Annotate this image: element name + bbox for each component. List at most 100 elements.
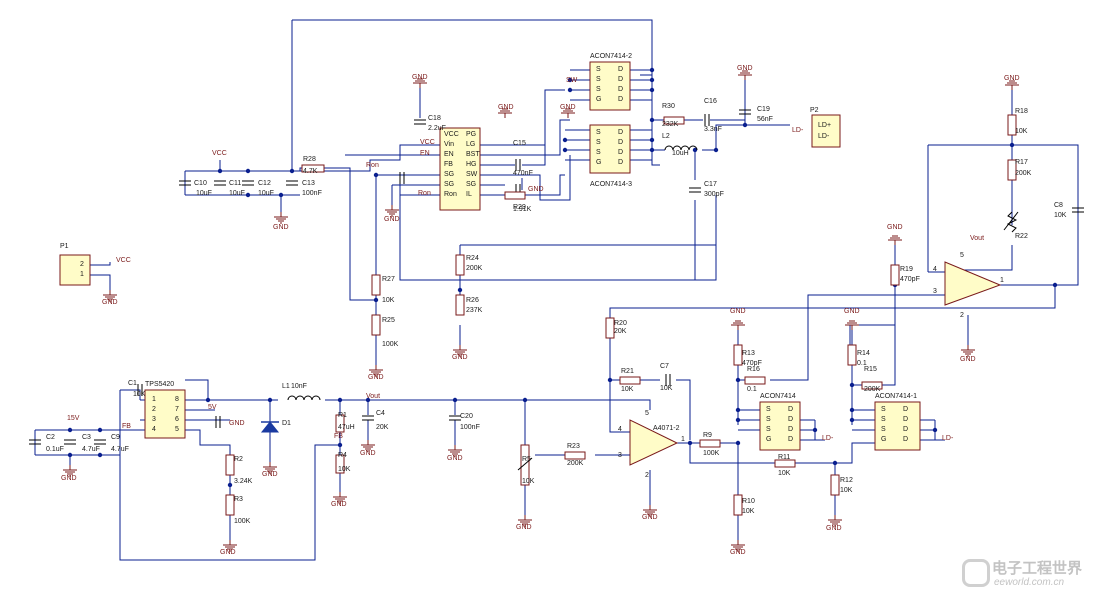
tps-pin-6: 6 — [175, 416, 179, 423]
driver-pin-hg: HG — [466, 161, 477, 168]
opamp2-pin-5: 5 — [960, 252, 964, 259]
driver-pin-fb: FB — [444, 161, 453, 168]
p1-pin-1: 1 — [80, 271, 84, 278]
gnd-label: GND — [737, 65, 753, 72]
designator-r10: R10 — [742, 498, 755, 505]
designator-r23: R23 — [567, 443, 580, 450]
gnd-label: GND — [447, 455, 463, 462]
designator-c15: C15 — [513, 140, 526, 147]
component-value: 300pF — [704, 191, 724, 198]
net-15v: 15V — [67, 415, 80, 422]
net-5v: 5V — [208, 404, 217, 411]
designator-d1: D1 — [282, 420, 291, 427]
capacitors — [28, 109, 1085, 445]
u3-pin-d: D — [788, 436, 794, 443]
gnd-label: GND — [887, 224, 903, 231]
designator-c2: C2 — [46, 434, 55, 441]
u2-pin-d: D — [618, 139, 624, 146]
gnd-label: GND — [220, 549, 236, 556]
driver-pin-sg: SG — [444, 171, 455, 178]
u3-pin-d: D — [788, 426, 794, 433]
p2-ld-plus: LD+ — [818, 122, 832, 129]
net-ron: Ron — [366, 162, 379, 169]
u2-pin-s: S — [596, 129, 601, 136]
component-value: 470nF — [513, 170, 533, 177]
opamp2-pin-1: 1 — [1000, 277, 1004, 284]
driver-pin-lg: LG — [466, 141, 476, 148]
net-vout-opamp: Vout — [970, 235, 985, 242]
component-value: 10K — [660, 385, 673, 392]
designator-r18: R18 — [1015, 108, 1028, 115]
gnd-label: GND — [960, 356, 976, 363]
designator-r11: R11 — [778, 454, 791, 461]
component-value: 470pF — [900, 276, 920, 283]
net-vout: Vout — [366, 393, 381, 400]
u4-pin-s: S — [881, 426, 886, 433]
ic-bodies — [59, 61, 1002, 466]
designator-r2: R2 — [234, 456, 243, 463]
component-value: 3.24K — [234, 478, 253, 485]
component-value: 10K — [621, 386, 634, 393]
designator-c4: C4 — [376, 410, 385, 417]
watermark-brand: 电子工程世界 — [992, 559, 1083, 577]
designator-r27: R27 — [382, 276, 395, 283]
u3-pin-s: S — [766, 416, 771, 423]
net-ld-minus-3: LD- — [942, 435, 954, 442]
designator-r12: R12 — [840, 477, 853, 484]
opamp-pin-2: 2 — [645, 472, 649, 479]
component-value: 4.7uF — [82, 446, 100, 453]
component-value: 10K — [338, 466, 351, 473]
designator-c18: C18 — [428, 115, 441, 122]
component-value: 10uH — [672, 150, 689, 157]
designator-l2: L2 — [662, 133, 670, 140]
watermark: 电子工程世界 eeworld.com.cn — [960, 555, 1090, 591]
opamp-pin-3: 3 — [618, 452, 622, 459]
designator-r21: R21 — [621, 368, 634, 375]
designator-r5: R5 — [522, 456, 531, 463]
net-vcc: VCC — [212, 150, 227, 157]
component-value: 100K — [703, 450, 720, 457]
driver-pin-il: IL — [466, 191, 472, 198]
designator-r17: R17 — [1015, 159, 1028, 166]
gnd-label: GND — [826, 525, 842, 532]
designator-r20: R20 — [614, 320, 627, 327]
u1-pin-d: D — [618, 96, 624, 103]
designator-c10: C10 — [194, 180, 207, 187]
designator-c7: C7 — [660, 363, 669, 370]
u2-pin-d: D — [618, 159, 624, 166]
designator-r1: R1 — [338, 412, 347, 419]
diode-d1 — [260, 421, 280, 433]
designator-c17: C17 — [704, 181, 717, 188]
component-value: 10K — [382, 297, 395, 304]
ic-name-acon7414-1: ACON7414-1 — [875, 393, 918, 400]
u2-pin-d: D — [618, 149, 624, 156]
designator-c13: C13 — [302, 180, 315, 187]
u4-pin-s: S — [881, 416, 886, 423]
opamp2-pin-3: 3 — [933, 288, 937, 295]
ic-name-tps5420: TPS5420 — [145, 381, 175, 388]
u1-pin-g: G — [596, 96, 602, 103]
component-value: 200K — [567, 460, 584, 467]
designator-c8: C8 — [1054, 202, 1063, 209]
net-ld-minus-2: LD- — [822, 435, 834, 442]
designator-p2: P2 — [810, 107, 819, 114]
gnd-label: GND — [516, 524, 532, 531]
gnd-label: GND — [642, 514, 658, 521]
gnd-label: GND — [229, 420, 245, 427]
u1-pin-s: S — [596, 66, 601, 73]
component-value: 470pF — [742, 360, 762, 367]
ic-name-a4071-2: A4071-2 — [653, 425, 680, 432]
designator-c20: C20 — [460, 413, 473, 420]
net-ron-2: Ron — [418, 190, 431, 197]
schematic-canvas: { "components": { "labels": ["C10","C11"… — [0, 0, 1096, 595]
u4-pin-d: D — [903, 416, 909, 423]
tps-pin-2: 2 — [152, 406, 156, 413]
component-value: 100nF — [302, 190, 322, 197]
p2-ld-minus: LD- — [818, 133, 830, 140]
u1-pin-d: D — [618, 86, 624, 93]
component-value: 0.1 — [747, 386, 757, 393]
component-value: 100K — [382, 341, 399, 348]
component-value: 10K — [1015, 128, 1028, 135]
watermark-url: eeworld.com.cn — [994, 577, 1065, 588]
tps-pin-4: 4 — [152, 426, 156, 433]
